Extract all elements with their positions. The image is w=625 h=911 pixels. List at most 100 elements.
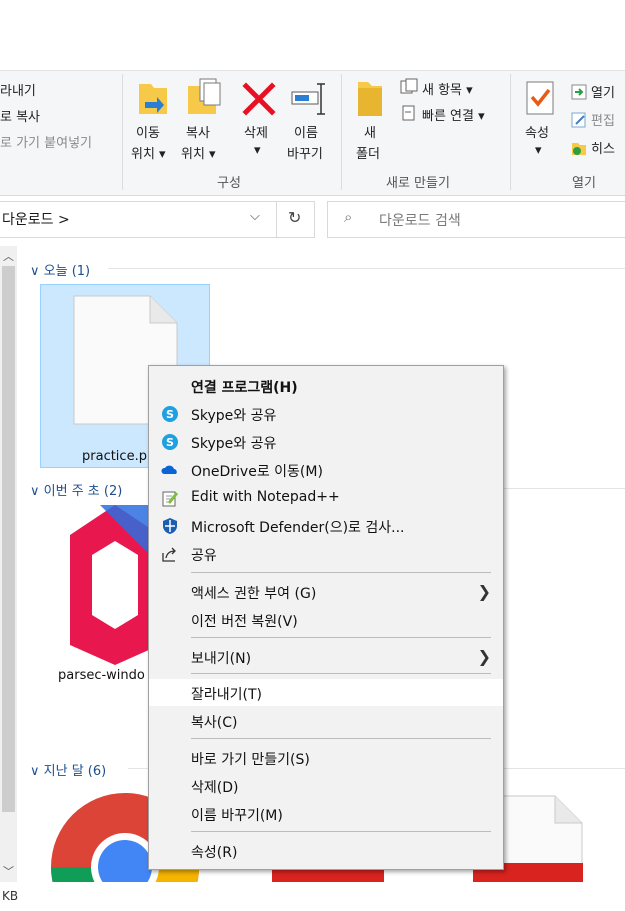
menu-label: 잘라내기(T) xyxy=(191,687,262,703)
status-size: KB xyxy=(2,889,19,903)
search-icon: ⌕ xyxy=(344,208,353,226)
move-to-button[interactable] xyxy=(137,80,171,118)
skype-icon: S xyxy=(162,406,178,422)
menu-share[interactable]: 공유 xyxy=(149,540,503,567)
group-new-label: 새로 만들기 xyxy=(386,176,450,191)
new-folder-icon xyxy=(358,82,382,116)
rename-icon xyxy=(291,83,325,115)
menu-label: OneDrive로 이동(M) xyxy=(191,464,323,480)
menu-label: 삭제(D) xyxy=(191,780,239,796)
menu-label: 이름 바꾸기(M) xyxy=(191,808,283,824)
group-organize-label: 구성 xyxy=(217,176,241,191)
menu-defender-scan[interactable]: Microsoft Defender(으)로 검사... xyxy=(149,512,503,539)
menu-open-with[interactable]: 연결 프로그램(H) xyxy=(149,372,503,399)
menu-label: 바로 가기 만들기(S) xyxy=(191,752,310,768)
edit-button[interactable]: 편집 xyxy=(591,110,615,129)
history-icon xyxy=(571,140,587,156)
delete-x-icon xyxy=(242,82,276,116)
menu-delete[interactable]: 삭제(D) xyxy=(149,772,503,799)
menu-edit-notepad[interactable]: Edit with Notepad++ xyxy=(149,484,503,511)
easy-access-button[interactable]: 빠른 연결 ▾ xyxy=(422,105,485,124)
delete-label: 삭제 xyxy=(244,126,268,141)
menu-send-to[interactable]: 보내기(N) ❯ xyxy=(149,643,503,670)
menu-separator xyxy=(191,637,491,638)
delete-button[interactable] xyxy=(242,82,276,116)
menu-separator xyxy=(191,673,491,674)
search-box[interactable] xyxy=(327,201,625,238)
scroll-down-icon[interactable]: ﹀ xyxy=(3,863,14,879)
share-icon xyxy=(162,547,176,562)
menu-label: Skype와 공유 xyxy=(191,408,277,424)
menu-label: Skype와 공유 xyxy=(191,436,277,452)
paste-shortcut-button[interactable]: 로 가기 붙여넣기 xyxy=(0,132,92,151)
menu-skype-share-2[interactable]: S Skype와 공유 xyxy=(149,428,503,455)
menu-cut[interactable]: 잘라내기(T) xyxy=(149,679,503,706)
cut-button[interactable]: 라내기 xyxy=(0,80,36,99)
properties-label: 속성 xyxy=(525,126,549,141)
copy-path-button[interactable]: 로 복사 xyxy=(0,106,40,125)
delete-dropdown[interactable]: ▾ xyxy=(254,143,261,158)
new-item-button[interactable]: 새 항목 ▾ xyxy=(422,79,473,98)
copy-to-dropdown[interactable]: 위치 ▾ xyxy=(181,143,216,162)
ribbon-separator xyxy=(510,74,511,190)
menu-label: 액세스 권한 부여 (G) xyxy=(191,586,317,602)
menu-label: 연결 프로그램(H) xyxy=(191,380,298,396)
open-button[interactable]: 열기 xyxy=(591,82,615,101)
copy-to-button[interactable] xyxy=(186,78,222,118)
move-to-dropdown[interactable]: 위치 ▾ xyxy=(131,143,166,162)
chevron-down-icon: ∨ xyxy=(30,764,44,779)
parsec-app-icon xyxy=(70,505,160,665)
properties-check-icon xyxy=(526,81,554,115)
group-header-today[interactable]: ∨ 오늘 (1) xyxy=(30,260,90,279)
refresh-icon[interactable]: ↻ xyxy=(288,208,301,227)
scroll-up-icon[interactable]: ︿ xyxy=(3,248,14,264)
menu-give-access[interactable]: 액세스 권한 부여 (G) ❯ xyxy=(149,578,503,605)
group-header-label: 이번 주 초 (2) xyxy=(43,484,123,499)
menu-properties[interactable]: 속성(R) xyxy=(149,837,503,864)
notepad-plus-icon xyxy=(162,491,179,507)
context-menu: 연결 프로그램(H) S Skype와 공유 S Skype와 공유 OneDr… xyxy=(148,365,504,870)
address-history-chevron-icon[interactable]: ⌵ xyxy=(250,209,260,224)
menu-label: 복사(C) xyxy=(191,715,238,731)
svg-text:S: S xyxy=(166,408,174,421)
menu-label: 공유 xyxy=(191,548,217,564)
new-item-icon xyxy=(400,78,418,96)
rename-label-2: 바꾸기 xyxy=(287,147,323,162)
history-button[interactable]: 히스 xyxy=(591,138,615,157)
rename-button[interactable] xyxy=(290,80,330,118)
new-folder-button[interactable] xyxy=(356,80,386,118)
new-folder-label-2: 폴더 xyxy=(356,147,380,162)
menu-rename[interactable]: 이름 바꾸기(M) xyxy=(149,800,503,827)
file-name-parsec[interactable]: parsec-windo xyxy=(58,668,145,683)
move-to-label: 이동 xyxy=(136,126,160,141)
new-folder-label-1: 새 xyxy=(364,126,376,141)
vertical-scrollbar[interactable]: ︿ ﹀ xyxy=(0,246,17,882)
menu-restore-previous[interactable]: 이전 버전 복원(V) xyxy=(149,606,503,633)
menu-onedrive-move[interactable]: OneDrive로 이동(M) xyxy=(149,456,503,483)
menu-create-shortcut[interactable]: 바로 가기 만들기(S) xyxy=(149,744,503,771)
menu-separator xyxy=(191,738,491,739)
status-bar: KB xyxy=(0,882,625,911)
search-placeholder: 다운로드 검색 xyxy=(379,213,461,229)
menu-skype-share[interactable]: S Skype와 공유 xyxy=(149,400,503,427)
group-header-label: 오늘 (1) xyxy=(43,264,91,279)
group-header-this-week[interactable]: ∨ 이번 주 초 (2) xyxy=(30,480,122,499)
file-name-practice[interactable]: practice.p xyxy=(82,449,147,464)
menu-copy[interactable]: 복사(C) xyxy=(149,707,503,734)
menu-label: 보내기(N) xyxy=(191,651,252,667)
rename-label-1: 이름 xyxy=(294,126,318,141)
edit-icon xyxy=(571,112,587,128)
submenu-chevron-icon: ❯ xyxy=(477,647,491,666)
scroll-thumb[interactable] xyxy=(2,266,15,812)
submenu-chevron-icon: ❯ xyxy=(477,582,491,601)
properties-dropdown[interactable]: ▾ xyxy=(535,143,542,158)
address-divider xyxy=(276,202,277,237)
address-path[interactable]: 다운로드 > xyxy=(2,209,70,229)
folder-copy-icon xyxy=(188,78,221,114)
group-header-last-month[interactable]: ∨ 지난 달 (6) xyxy=(30,760,106,779)
open-icon xyxy=(571,84,587,100)
onedrive-cloud-icon xyxy=(161,465,177,474)
easy-access-icon xyxy=(400,104,418,122)
ribbon-separator xyxy=(122,74,123,190)
properties-button[interactable] xyxy=(525,80,555,116)
